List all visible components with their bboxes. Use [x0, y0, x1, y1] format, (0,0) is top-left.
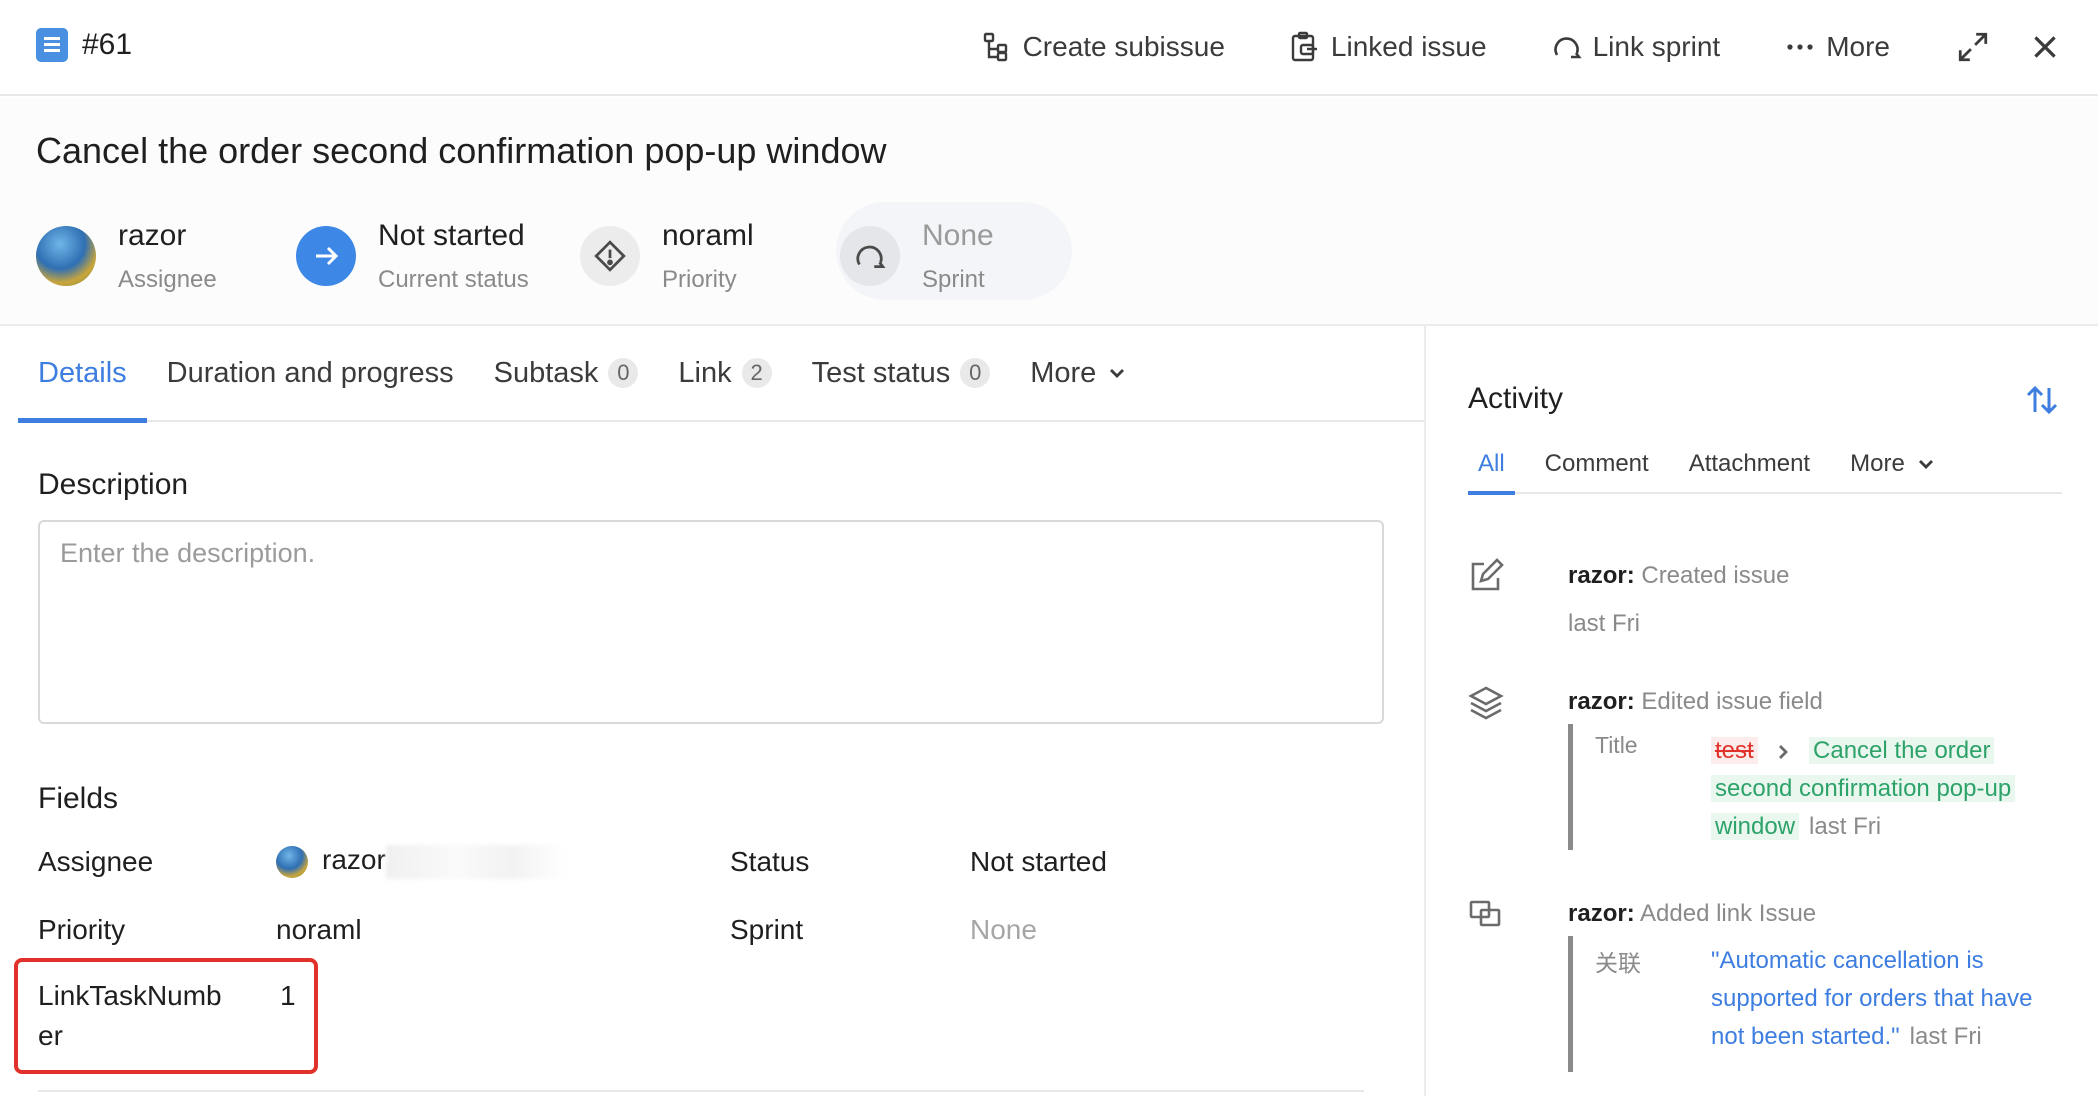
tab-details[interactable]: Details [18, 325, 147, 423]
issue-summary: Cancel the order second confirmation pop… [0, 98, 2098, 326]
expand-icon [1958, 32, 1988, 62]
field-priority-value[interactable]: noraml [276, 914, 362, 946]
subissue-icon [983, 32, 1007, 62]
field-sprint-label: Sprint [730, 914, 804, 945]
create-subissue-button[interactable]: Create subissue [981, 31, 1225, 63]
activity-tab-attachment[interactable]: Attachment [1679, 435, 1820, 493]
close-button[interactable] [2026, 28, 2064, 66]
priority-meta[interactable]: noraml Priority [580, 218, 754, 294]
activity-tabs: All Comment Attachment More [1468, 435, 2062, 495]
arrow-right-icon [296, 226, 356, 286]
more-dots-icon [1787, 44, 1813, 50]
tab-more[interactable]: More [1010, 325, 1146, 421]
avatar [36, 226, 96, 286]
toolbar: Create subissue Linked issue Link sprint… [981, 22, 2098, 72]
chevron-right-icon [1779, 744, 1789, 759]
avatar [276, 845, 308, 878]
assignee-caption: Assignee [118, 266, 217, 293]
activity-panel: Activity All Comment Attachment More raz… [1424, 326, 2100, 1096]
activity-heading: Activity [1468, 382, 1564, 415]
activity-time: last Fri [1568, 610, 1640, 637]
sprint-caption: Sprint [922, 266, 985, 293]
activity-detail: 关联 "Automatic cancellation is supported … [1568, 936, 2062, 1072]
document-icon [36, 28, 68, 62]
description-input[interactable]: Enter the description. [38, 520, 1384, 724]
more-button[interactable]: More [1784, 31, 1890, 63]
redacted-mask [385, 844, 566, 879]
sort-icon[interactable] [2024, 382, 2060, 418]
detail-label: 关联 [1595, 950, 1641, 976]
layers-icon [1468, 686, 1504, 720]
link-count-badge: 2 [741, 358, 772, 388]
sprint-icon [1553, 37, 1582, 59]
status-meta[interactable]: Not started Current status [296, 218, 529, 294]
activity-tab-more[interactable]: More [1840, 435, 1945, 493]
priority-diamond-icon [580, 226, 640, 286]
tab-link[interactable]: Link 2 [658, 325, 791, 421]
close-icon [2034, 36, 2056, 58]
sprint-value: None [922, 219, 994, 252]
detail-label: Title [1595, 732, 1638, 758]
old-value: test [1711, 737, 1758, 764]
highlight-annotation [14, 958, 318, 1074]
activity-tab-comment[interactable]: Comment [1535, 435, 1659, 493]
activity-item: razor: Created issue last Fri [1468, 558, 2062, 648]
field-assignee-label: Assignee [38, 846, 154, 877]
details-panel: Details Duration and progress Subtask 0 L… [0, 326, 1424, 1096]
test-status-count-badge: 0 [960, 358, 991, 388]
field-priority-label: Priority [38, 914, 126, 945]
assignee-name: razor [118, 219, 187, 252]
issue-header: #61 Create subissue Linked issue Link sp… [0, 0, 2098, 96]
description-heading: Description [38, 468, 189, 501]
tab-test-status[interactable]: Test status 0 [792, 325, 1011, 421]
chevron-down-icon [1110, 369, 1125, 378]
status-caption: Current status [378, 266, 529, 293]
field-status-value[interactable]: Not started [970, 846, 1107, 878]
link-sprint-button[interactable]: Link sprint [1551, 31, 1720, 63]
sprint-meta[interactable]: None Sprint [840, 218, 994, 294]
chevron-down-icon [1918, 460, 1933, 469]
field-assignee-value[interactable]: razor [276, 844, 566, 879]
activity-item: razor: Edited issue field Title test Can… [1468, 684, 2062, 874]
issue-id: #61 [36, 28, 132, 62]
linked-issue-button[interactable]: Linked issue [1289, 31, 1487, 63]
divider [38, 1090, 1364, 1092]
activity-detail: Title test Cancel the order second confi… [1568, 724, 2062, 850]
activity-item: razor: Added link Issue 关联 "Automatic ca… [1468, 896, 2062, 1086]
issue-title[interactable]: Cancel the order second confirmation pop… [36, 130, 886, 172]
tab-subtask[interactable]: Subtask 0 [474, 325, 659, 421]
link-icon [1469, 900, 1501, 927]
field-sprint-value[interactable]: None [970, 914, 1037, 946]
expand-button[interactable] [1954, 28, 1992, 66]
activity-time: last Fri [1909, 1023, 1982, 1050]
issue-number: #61 [82, 28, 133, 61]
detail-tabs: Details Duration and progress Subtask 0 L… [18, 325, 1424, 423]
subtask-count-badge: 0 [608, 358, 639, 388]
fields-heading: Fields [38, 782, 119, 815]
priority-value: noraml [662, 219, 754, 252]
tab-duration-progress[interactable]: Duration and progress [147, 325, 474, 421]
priority-caption: Priority [662, 266, 737, 293]
status-value: Not started [378, 219, 525, 252]
field-status-label: Status [730, 846, 810, 877]
assignee-meta[interactable]: razor Assignee [36, 218, 217, 294]
new-value: Cancel the order [1809, 737, 1995, 764]
edit-icon [1471, 558, 1504, 591]
activity-time: last Fri [1809, 813, 1882, 840]
linked-issue-icon [1291, 31, 1317, 62]
sprint-icon [840, 226, 900, 286]
activity-tab-all[interactable]: All [1468, 435, 1515, 495]
linked-issue-link[interactable]: "Automatic cancellation is [1711, 947, 1984, 974]
